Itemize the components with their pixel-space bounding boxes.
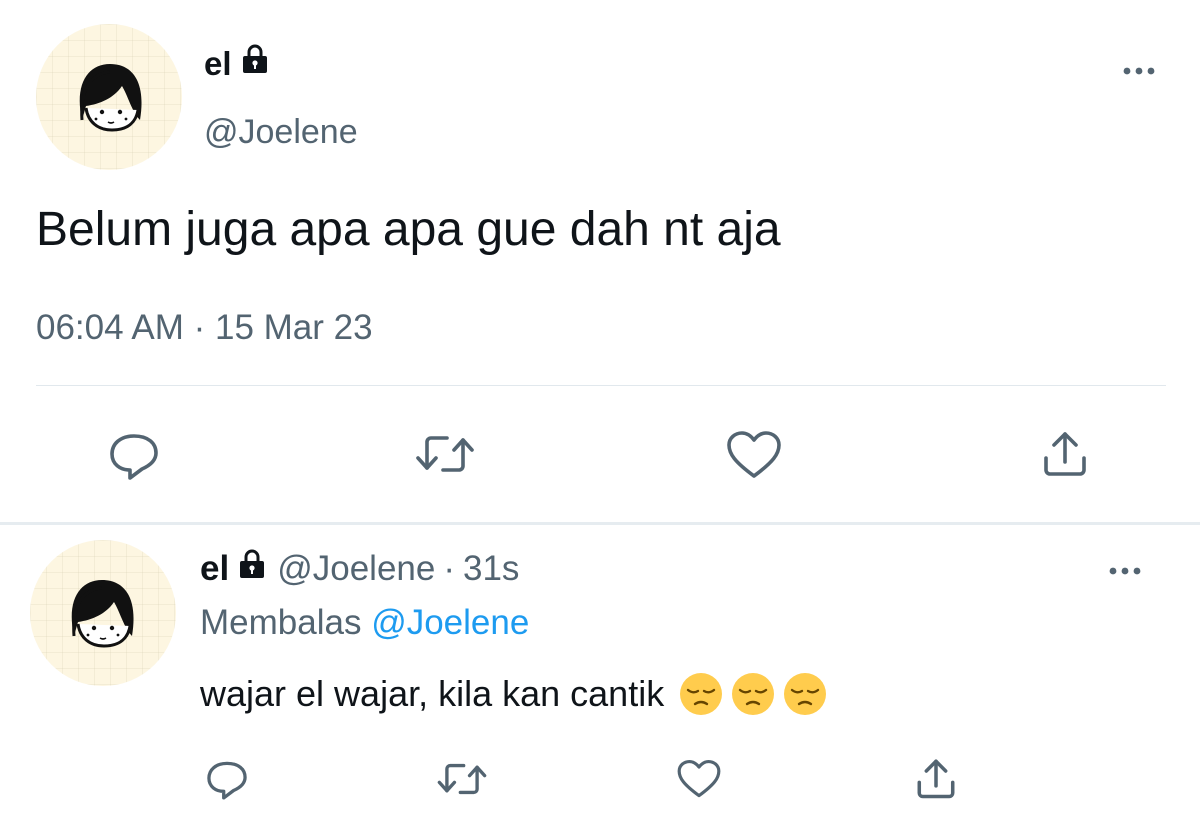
like-icon[interactable]: [676, 758, 722, 800]
more-horizontal-icon[interactable]: [1118, 62, 1160, 80]
handle[interactable]: @Joelene: [204, 110, 358, 154]
avatar[interactable]: [36, 24, 182, 170]
divider: [36, 385, 1166, 386]
reply-text: wajar el wajar, kila kan cantik: [200, 673, 665, 714]
reply-icon[interactable]: [106, 430, 162, 480]
tweet-text: Belum juga apa apa gue dah nt aja: [36, 203, 781, 256]
replying-to-handle[interactable]: @Joelene: [371, 603, 529, 642]
display-name[interactable]: el: [200, 546, 229, 592]
reply-icon[interactable]: [204, 758, 250, 800]
tweet-age[interactable]: 31s: [463, 546, 519, 592]
retweet-icon[interactable]: [414, 432, 476, 476]
retweet-icon[interactable]: [436, 760, 488, 798]
reply-header: el @Joelene · 31s: [200, 546, 519, 592]
avatar-face-illustration: [71, 580, 134, 648]
replying-to-row: Membalas @Joelene: [200, 600, 529, 646]
share-icon[interactable]: [914, 756, 958, 800]
share-icon[interactable]: [1040, 428, 1090, 478]
display-name[interactable]: el: [204, 42, 232, 86]
display-name-row[interactable]: el: [204, 42, 270, 86]
tweet-separator: [0, 522, 1200, 525]
separator-dot: ·: [443, 549, 455, 588]
lock-icon: [237, 546, 267, 592]
pensive-face-emoji: [782, 671, 828, 717]
avatar[interactable]: [30, 540, 176, 686]
like-icon[interactable]: [725, 430, 783, 480]
pensive-face-emoji: [730, 671, 776, 717]
handle[interactable]: @Joelene: [277, 546, 435, 592]
replying-label: Membalas: [200, 603, 362, 642]
more-horizontal-icon[interactable]: [1104, 562, 1146, 580]
reply-text-row: wajar el wajar, kila kan cantik: [200, 670, 828, 718]
tweet-timestamp[interactable]: 06:04 AM · 15 Mar 23: [36, 305, 373, 351]
pensive-face-emoji: [678, 671, 724, 717]
lock-icon: [240, 42, 270, 86]
avatar-face-illustration: [79, 64, 142, 132]
